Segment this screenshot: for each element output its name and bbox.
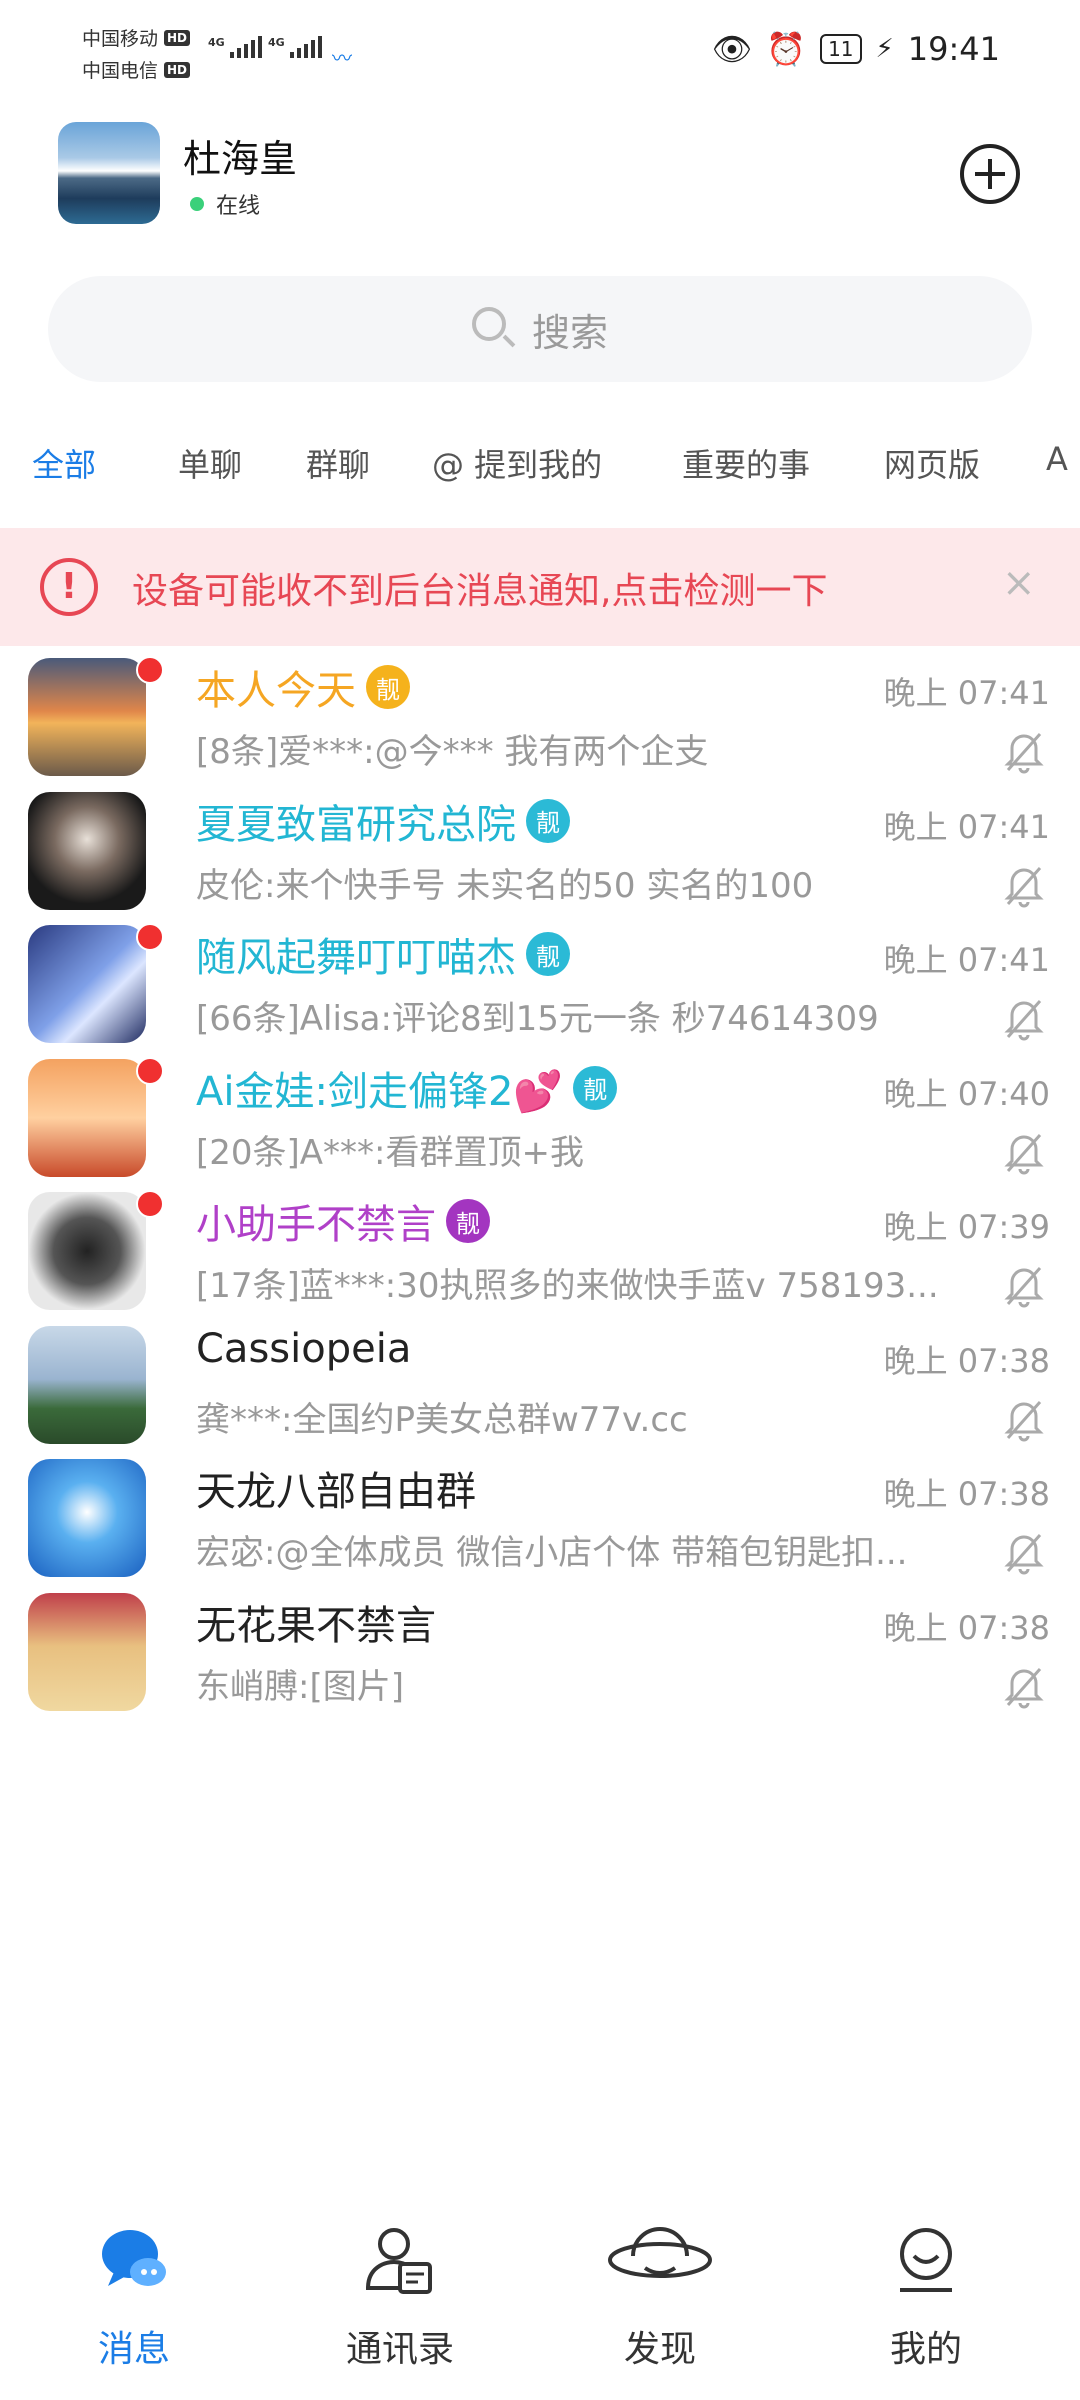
bird-icon: 〰 (332, 46, 352, 70)
profile-icon (900, 2228, 952, 2292)
tab-group[interactable]: 群聊 (306, 440, 370, 486)
tab-more[interactable]: A (1046, 440, 1068, 478)
conversation-name-text: 随风起舞叮叮喵杰 (196, 935, 516, 981)
nav-contacts[interactable]: 通讯录 (300, 2220, 500, 2372)
status-icons: 👁 ⏰ 11 ⚡ 19:41 (712, 30, 1000, 68)
alarm-icon: ⏰ (766, 30, 807, 68)
online-status-label: 在线 (216, 194, 261, 219)
conversation-avatar[interactable] (28, 1325, 146, 1444)
conversation-time: 晚上 07:39 (883, 1208, 1050, 1246)
unread-dot-icon (136, 1190, 164, 1218)
conversation-avatar[interactable] (28, 791, 146, 910)
carrier-2-label: 中国电信 (82, 60, 159, 82)
vip-badge-icon: 靓 (446, 1199, 490, 1243)
online-status[interactable]: 在线 (190, 188, 260, 220)
signal-icon: 4G (208, 36, 262, 58)
conversation-name-text: 无花果不禁言 (196, 1602, 436, 1649)
conversation-time: 晚上 07:38 (883, 1608, 1050, 1647)
nav-messages[interactable]: 消息 (34, 2220, 234, 2372)
nav-profile-label: 我的 (889, 2329, 962, 2370)
warning-icon: ! (40, 558, 98, 616)
battery-icon: 11 (820, 34, 862, 64)
tab-all[interactable]: 全部 (32, 440, 96, 486)
conversation-name: 随风起舞叮叮喵杰靓 (196, 925, 570, 983)
conversation-time: 晚上 07:41 (883, 807, 1050, 846)
bottom-nav: 消息 通讯录 发现 我的 (0, 2210, 1080, 2400)
conversation-name-text: Cassiopeia (196, 1325, 412, 1372)
hd-icon: HD (164, 29, 191, 46)
close-icon[interactable]: × (1002, 560, 1036, 606)
status-bar: 中国移动 HD 中国电信 HD 4G 4G 〰 👁 ⏰ 11 ⚡ 19:41 (0, 0, 1080, 100)
conversation-name-text: Ai金娃:剑走偏锋2💕 (196, 1068, 564, 1115)
conversation-avatar[interactable] (28, 925, 146, 1043)
conversation-row[interactable]: 无花果不禁言 晚上 07:38 东峭膊:[图片] (0, 1563, 1080, 1767)
hd-icon: HD (164, 61, 191, 78)
conversation-name-text: 天龙八部自由群 (196, 1469, 476, 1515)
tab-mentions[interactable]: @ 提到我的 (432, 440, 602, 486)
contacts-icon (365, 2228, 432, 2294)
conversation-time: 晚上 07:41 (883, 674, 1050, 712)
vip-badge-icon: 靓 (526, 798, 570, 843)
muted-bell-icon (1004, 1667, 1044, 1708)
conversation-name: 无花果不禁言 (196, 1593, 436, 1651)
conversation-name: 天龙八部自由群 (196, 1459, 476, 1517)
tab-important[interactable]: 重要的事 (682, 440, 810, 486)
signal-icon: 4G (268, 36, 322, 58)
conversation-name: 夏夏致富研究总院靓 (196, 792, 570, 850)
tab-web[interactable]: 网页版 (884, 440, 980, 486)
battery-level: 11 (828, 37, 854, 61)
search-bar[interactable]: 搜索 (48, 276, 1032, 382)
search-placeholder: 搜索 (531, 310, 608, 355)
conversation-avatar[interactable] (28, 1459, 146, 1577)
planet-icon (608, 2227, 712, 2278)
nav-profile[interactable]: 我的 (826, 2220, 1026, 2372)
user-name: 杜海皇 (183, 137, 298, 181)
chat-bubble-icon (102, 2230, 166, 2286)
nav-discover[interactable]: 发现 (560, 2220, 760, 2372)
vip-badge-icon: 靓 (573, 1065, 618, 1110)
conversation-avatar[interactable] (28, 658, 146, 776)
vip-badge-icon: 靓 (366, 665, 410, 709)
conversation-name: Ai金娃:剑走偏锋2💕 靓 (196, 1059, 618, 1117)
conversation-time: 晚上 07:38 (883, 1475, 1050, 1513)
carrier-2: 中国电信 HD (82, 56, 191, 83)
network-type-2: 4G (268, 36, 285, 49)
unread-dot-icon (136, 1056, 164, 1085)
nav-discover-label: 发现 (623, 2329, 696, 2370)
unread-dot-icon (136, 923, 164, 951)
conversation-avatar[interactable] (28, 1192, 146, 1310)
filter-tabs: 全部 单聊 群聊 @ 提到我的 重要的事 网页版 A (0, 440, 1080, 496)
conversation-name-text: 夏夏致富研究总院 (196, 801, 516, 848)
alert-text: 设备可能收不到后台消息通知,点击检测一下 (132, 571, 828, 612)
add-button[interactable] (960, 144, 1020, 204)
nav-messages-label: 消息 (97, 2329, 170, 2370)
conversation-time: 晚上 07:38 (883, 1341, 1050, 1380)
tab-private[interactable]: 单聊 (178, 440, 242, 486)
search-icon (471, 307, 516, 351)
conversation-avatar[interactable] (28, 1058, 146, 1177)
conversation-time: 晚上 07:40 (883, 1074, 1050, 1113)
conversation-time: 晚上 07:41 (883, 941, 1050, 979)
charging-icon: ⚡ (875, 34, 894, 64)
conversation-name: Cassiopeia (196, 1326, 411, 1372)
conversation-preview: 东峭膊:[图片] (196, 1666, 404, 1707)
carrier-1-label: 中国移动 (82, 28, 159, 50)
conversation-name: 小助手不禁言靓 (196, 1192, 490, 1250)
nav-contacts-label: 通讯录 (345, 2329, 454, 2370)
network-type-1: 4G (208, 36, 225, 49)
conversation-name: 本人今天靓 (196, 658, 410, 716)
clock: 19:41 (907, 30, 1000, 68)
conversation-avatar[interactable] (28, 1592, 146, 1711)
online-dot-icon (190, 197, 204, 211)
conversation-name-text: 小助手不禁言 (196, 1202, 436, 1248)
unread-dot-icon (136, 656, 164, 684)
conversation-name-text: 本人今天 (196, 668, 356, 714)
eye-icon: 👁 (711, 30, 753, 68)
carrier-1: 中国移动 HD (82, 24, 191, 51)
user-avatar[interactable] (58, 122, 160, 224)
vip-badge-icon: 靓 (526, 932, 570, 976)
